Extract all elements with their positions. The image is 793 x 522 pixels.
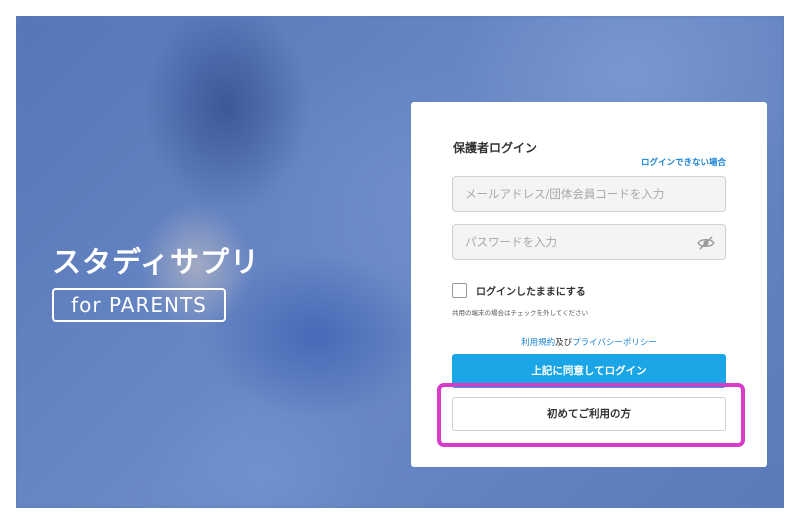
eye-slash-icon[interactable]: [697, 236, 715, 250]
first-time-button[interactable]: 初めてご利用の方: [452, 397, 726, 431]
terms-link[interactable]: 利用規約: [521, 338, 555, 348]
remember-label[interactable]: ログインしたままにする: [476, 283, 586, 298]
login-card: 保護者ログイン ログインできない場合 ログインしたままにする 共用の端末の場合は…: [411, 102, 767, 467]
cannot-login-link[interactable]: ログインできない場合: [641, 156, 726, 168]
email-input[interactable]: [453, 177, 725, 211]
agree-login-button[interactable]: 上記に同意してログイン: [452, 354, 726, 388]
privacy-link[interactable]: プライバシーポリシー: [572, 338, 657, 348]
remember-checkbox[interactable]: [452, 283, 467, 298]
logo-sub-text: for PARENTS: [52, 288, 226, 322]
logo-main-text: スタディサプリ: [52, 245, 260, 279]
terms-text: 利用規約及びプライバシーポリシー: [411, 336, 767, 348]
email-field: [452, 176, 726, 212]
password-field: [452, 224, 726, 260]
terms-connector: 及び: [555, 338, 573, 348]
brand-logo: スタディサプリ for PARENTS: [52, 240, 260, 322]
password-input[interactable]: [453, 225, 725, 259]
page-title: 保護者ログイン: [453, 141, 538, 155]
remember-note: 共用の端末の場合はチェックを外してください: [452, 309, 589, 317]
remember-row[interactable]: ログインしたままにする: [452, 283, 586, 298]
